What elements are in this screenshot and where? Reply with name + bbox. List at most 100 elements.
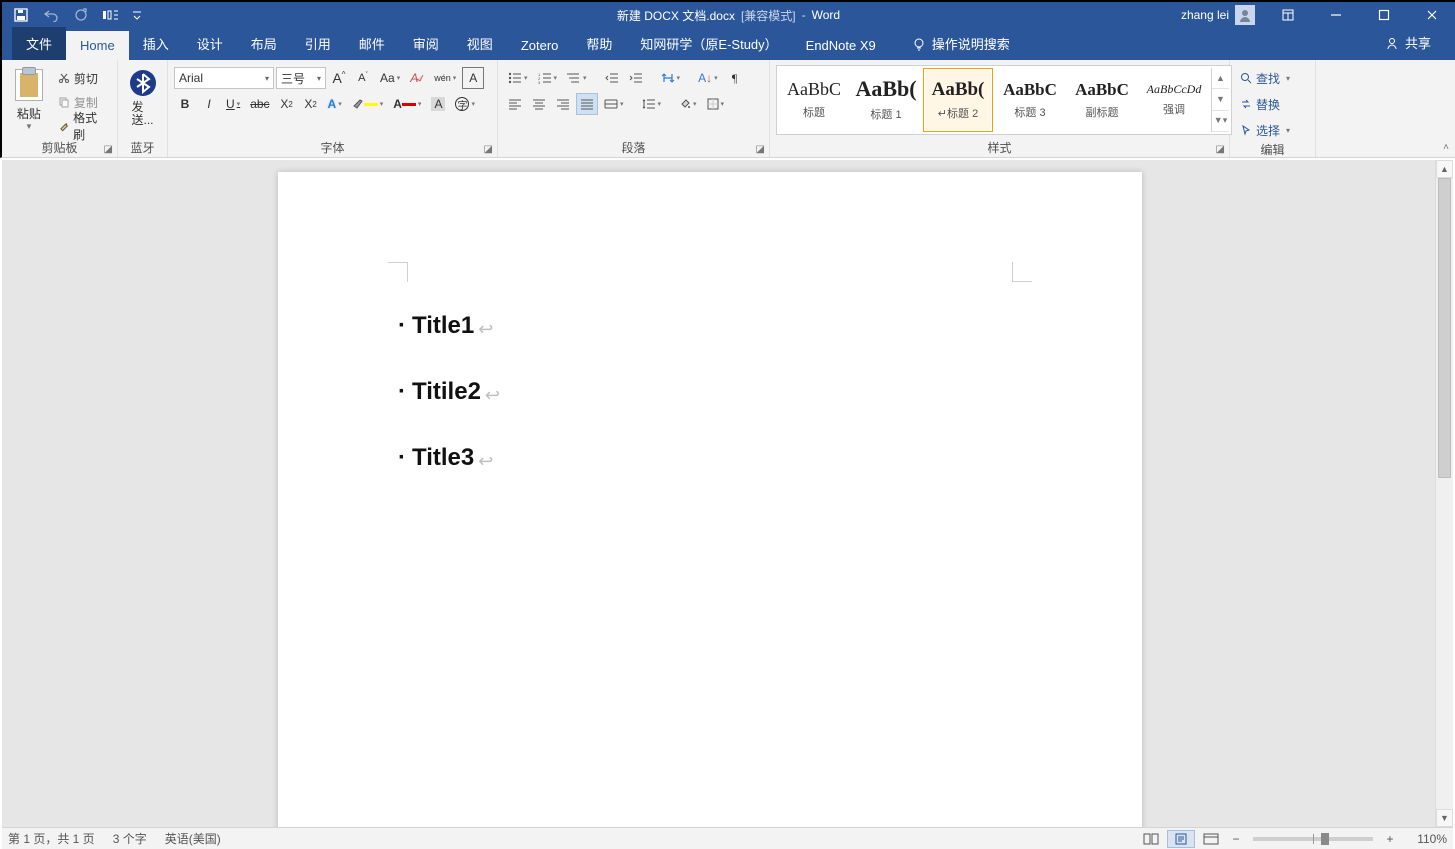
paste-button[interactable]: 粘贴 ▼ [8,63,50,131]
style-item-标题1[interactable]: AaBb(标题 1 [851,68,921,132]
gallery-down-button[interactable]: ▼ [1212,89,1229,110]
replace-button[interactable]: 替换 [1236,93,1284,115]
align-center-button[interactable] [528,93,550,115]
line-spacing-button[interactable] [638,93,666,115]
tell-me-search[interactable]: 操作说明搜索 [904,27,1018,60]
zoom-knob[interactable] [1321,833,1329,845]
heading-line[interactable]: ·Title1↩ [398,312,1032,340]
align-right-button[interactable] [552,93,574,115]
tab-layout[interactable]: 布局 [237,27,291,60]
tab-insert[interactable]: 插入 [129,27,183,60]
touch-mode-button[interactable] [100,4,122,26]
decrease-indent-button[interactable] [601,67,623,89]
share-button[interactable]: 共享 [1385,33,1431,52]
change-case-button[interactable]: Aa [376,67,404,89]
page-content[interactable]: ·Title1↩ ·Titile2↩ ·Title3↩ [398,312,1032,510]
bold-button[interactable]: B [174,93,196,115]
clear-formatting-button[interactable]: A [406,67,428,89]
tab-endnote[interactable]: EndNote X9 [792,31,890,60]
qat-more-button[interactable] [130,4,144,26]
cut-button[interactable]: 剪切 [54,67,111,89]
user-account[interactable]: zhang lei [1173,5,1263,25]
copy-button[interactable]: 复制 [54,91,111,113]
increase-indent-button[interactable] [625,67,647,89]
paragraph-launcher[interactable]: ◪ [756,141,765,159]
styles-launcher[interactable]: ◪ [1216,141,1225,159]
shading-button[interactable] [675,93,701,115]
scroll-thumb[interactable] [1438,178,1451,478]
style-item-标题3[interactable]: AaBbC标题 3 [995,68,1065,132]
style-item-副标题[interactable]: AaBbC副标题 [1067,68,1137,132]
scroll-down-button[interactable]: ▼ [1436,809,1453,827]
distributed-button[interactable] [600,93,628,115]
borders-button[interactable] [703,93,729,115]
grow-font-button[interactable]: A^ [328,67,350,89]
gallery-up-button[interactable]: ▲ [1212,68,1229,89]
tab-zotero[interactable]: Zotero [507,31,573,60]
enclose-char-button[interactable]: 字 [451,93,479,115]
bluetooth-send-button[interactable]: 发 送... [124,63,161,127]
redo-button[interactable] [70,4,92,26]
font-name-combo[interactable]: Arial▾ [174,67,274,89]
tab-file[interactable]: 文件 [12,27,66,60]
heading-line[interactable]: ·Titile2↩ [398,378,1032,406]
shrink-font-button[interactable]: Aˇ [352,67,374,89]
page-indicator[interactable]: 第 1 页，共 1 页 [8,830,95,847]
tab-help[interactable]: 帮助 [572,27,626,60]
numbering-button[interactable]: 123 [534,67,562,89]
font-size-combo[interactable]: 三号▾ [276,67,326,89]
web-layout-button[interactable] [1197,830,1225,848]
tab-view[interactable]: 视图 [453,27,507,60]
font-launcher[interactable]: ◪ [484,141,493,159]
char-shading-button[interactable]: A [427,93,449,115]
tab-review[interactable]: 审阅 [399,27,453,60]
align-left-button[interactable] [504,93,526,115]
read-mode-button[interactable] [1137,830,1165,848]
subscript-button[interactable]: X2 [276,93,298,115]
superscript-button[interactable]: X2 [300,93,322,115]
zoom-out-button[interactable]: − [1227,832,1245,846]
style-item-标题2[interactable]: AaBb(↵标题 2 [923,68,993,132]
maximize-button[interactable] [1361,1,1407,29]
font-color-button[interactable]: A [389,93,425,115]
gallery-more-button[interactable]: ▼▾ [1212,111,1229,132]
phonetic-guide-button[interactable]: wén [430,67,460,89]
strikethrough-button[interactable]: abc [246,93,273,115]
save-button[interactable] [10,4,32,26]
collapse-ribbon-button[interactable]: ˄ [1443,142,1449,153]
text-effects-button[interactable]: A [324,93,346,115]
tab-mailings[interactable]: 邮件 [345,27,399,60]
page[interactable]: ·Title1↩ ·Titile2↩ ·Title3↩ [278,172,1142,827]
tab-cnki[interactable]: 知网研学（原E-Study） [626,27,791,60]
find-button[interactable]: 查找▾ [1236,67,1294,89]
asian-layout-button[interactable] [657,67,685,89]
character-border-button[interactable]: A [462,67,484,89]
language-indicator[interactable]: 英语(美国) [165,830,221,847]
heading-line[interactable]: ·Title3↩ [398,444,1032,472]
scroll-up-button[interactable]: ▲ [1436,160,1453,178]
show-marks-button[interactable]: ¶ [724,67,746,89]
word-count[interactable]: 3 个字 [113,830,147,847]
sort-button[interactable]: A↓ [694,67,722,89]
close-button[interactable] [1409,1,1455,29]
tab-design[interactable]: 设计 [183,27,237,60]
justify-button[interactable] [576,93,598,115]
underline-button[interactable]: U [222,93,244,115]
style-item-强调[interactable]: AaBbCcDd强调 [1139,68,1209,132]
tab-references[interactable]: 引用 [291,27,345,60]
zoom-slider[interactable] [1253,837,1373,841]
print-layout-button[interactable] [1167,830,1195,848]
highlight-button[interactable] [348,93,388,115]
multilevel-button[interactable] [563,67,591,89]
bullets-button[interactable] [504,67,532,89]
zoom-in-button[interactable]: + [1381,832,1399,846]
select-button[interactable]: 选择▾ [1236,119,1294,141]
italic-button[interactable]: I [198,93,220,115]
style-item-标题[interactable]: AaBbC标题 [779,68,849,132]
scroll-track[interactable] [1436,178,1453,809]
minimize-button[interactable] [1313,1,1359,29]
tab-home[interactable]: Home [66,31,129,60]
zoom-level[interactable]: 110% [1401,832,1447,846]
vertical-scrollbar[interactable]: ▲ ▼ [1435,160,1453,827]
ribbon-options-button[interactable] [1265,1,1311,29]
